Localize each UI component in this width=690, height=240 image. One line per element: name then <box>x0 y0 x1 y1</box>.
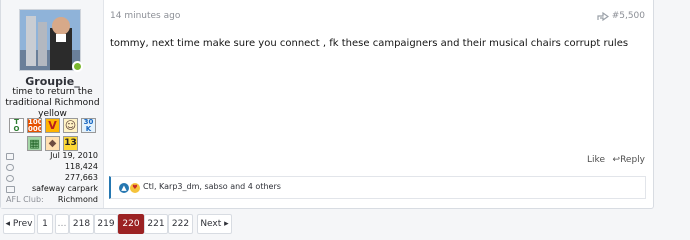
post: Groupie_ time to return the traditional … <box>0 0 654 209</box>
post-time[interactable]: 14 minutes ago <box>110 11 180 21</box>
avatar[interactable] <box>19 9 81 71</box>
reactions-list[interactable]: Ctl, Karp3_dm, sabso and 4 others <box>143 182 281 191</box>
face-trophy-icon[interactable]: ☺ <box>63 118 78 133</box>
stat-afl-club: AFL Club: Richmond <box>6 195 98 205</box>
messages-icon <box>6 164 14 171</box>
prev-page-button[interactable]: ◂ Prev <box>3 214 35 234</box>
thirteen-trophy-icon[interactable]: 13 <box>63 136 78 151</box>
reaction-score-icon <box>6 175 14 182</box>
stat-messages: 118,424 <box>6 162 98 172</box>
joined-date: Jul 19, 2010 <box>50 151 98 160</box>
post-number[interactable]: #5,500 <box>612 11 645 21</box>
afl-club-value: Richmond <box>57 195 98 204</box>
hundred-trophy-icon[interactable]: 100 000 <box>27 118 42 133</box>
share-icon[interactable] <box>597 10 610 24</box>
reaction-score: 277,663 <box>64 173 98 182</box>
thirtyk-trophy-icon[interactable]: 30 K <box>81 118 96 133</box>
user-title: time to return the traditional Richmond … <box>5 87 100 119</box>
page-222[interactable]: 222 <box>168 214 193 234</box>
messages-count: 118,424 <box>64 162 98 171</box>
message-body: tommy, next time make sure you connect ,… <box>110 38 629 49</box>
message-header: 14 minutes ago #5,500 <box>109 10 647 24</box>
page-ellipsis[interactable]: … <box>55 214 69 234</box>
like-button[interactable]: Like <box>587 155 605 165</box>
heart-eyes-icon: ♥ <box>130 183 140 193</box>
reply-label: Reply <box>620 155 645 165</box>
page-221[interactable]: 221 <box>144 214 168 234</box>
location-icon <box>6 186 15 193</box>
location-value[interactable]: safeway carpark <box>32 184 98 194</box>
user-cell: Groupie_ time to return the traditional … <box>1 0 104 208</box>
building-trophy-icon[interactable]: ▦ <box>27 136 42 151</box>
reply-button[interactable]: ↩Reply <box>613 155 645 165</box>
thumbs-up-icon: ▲ <box>119 183 129 193</box>
v-trophy-icon[interactable]: V <box>45 118 60 133</box>
stat-location: safeway carpark <box>6 184 98 194</box>
dog-trophy-icon[interactable]: ◆ <box>45 136 60 151</box>
post-actions: Like ↩Reply <box>109 155 647 167</box>
reply-icon: ↩ <box>612 155 621 165</box>
stat-reaction-score: 277,663 <box>6 173 98 183</box>
afl-club-label: AFL Club: <box>6 195 44 204</box>
next-page-button[interactable]: Next ▸ <box>197 214 232 234</box>
calendar-icon <box>6 153 14 160</box>
page-1[interactable]: 1 <box>37 214 53 234</box>
page-218[interactable]: 218 <box>69 214 94 234</box>
online-status-dot <box>72 61 83 72</box>
avatar-image <box>20 10 80 70</box>
page-220-current: 220 <box>118 214 144 234</box>
toty-trophy-icon[interactable]: T O T Y <box>9 118 24 133</box>
stat-joined: Jul 19, 2010 <box>6 151 98 161</box>
page-219[interactable]: 219 <box>94 214 118 234</box>
reactions-bar[interactable]: ▲ ♥ Ctl, Karp3_dm, sabso and 4 others <box>109 176 646 199</box>
